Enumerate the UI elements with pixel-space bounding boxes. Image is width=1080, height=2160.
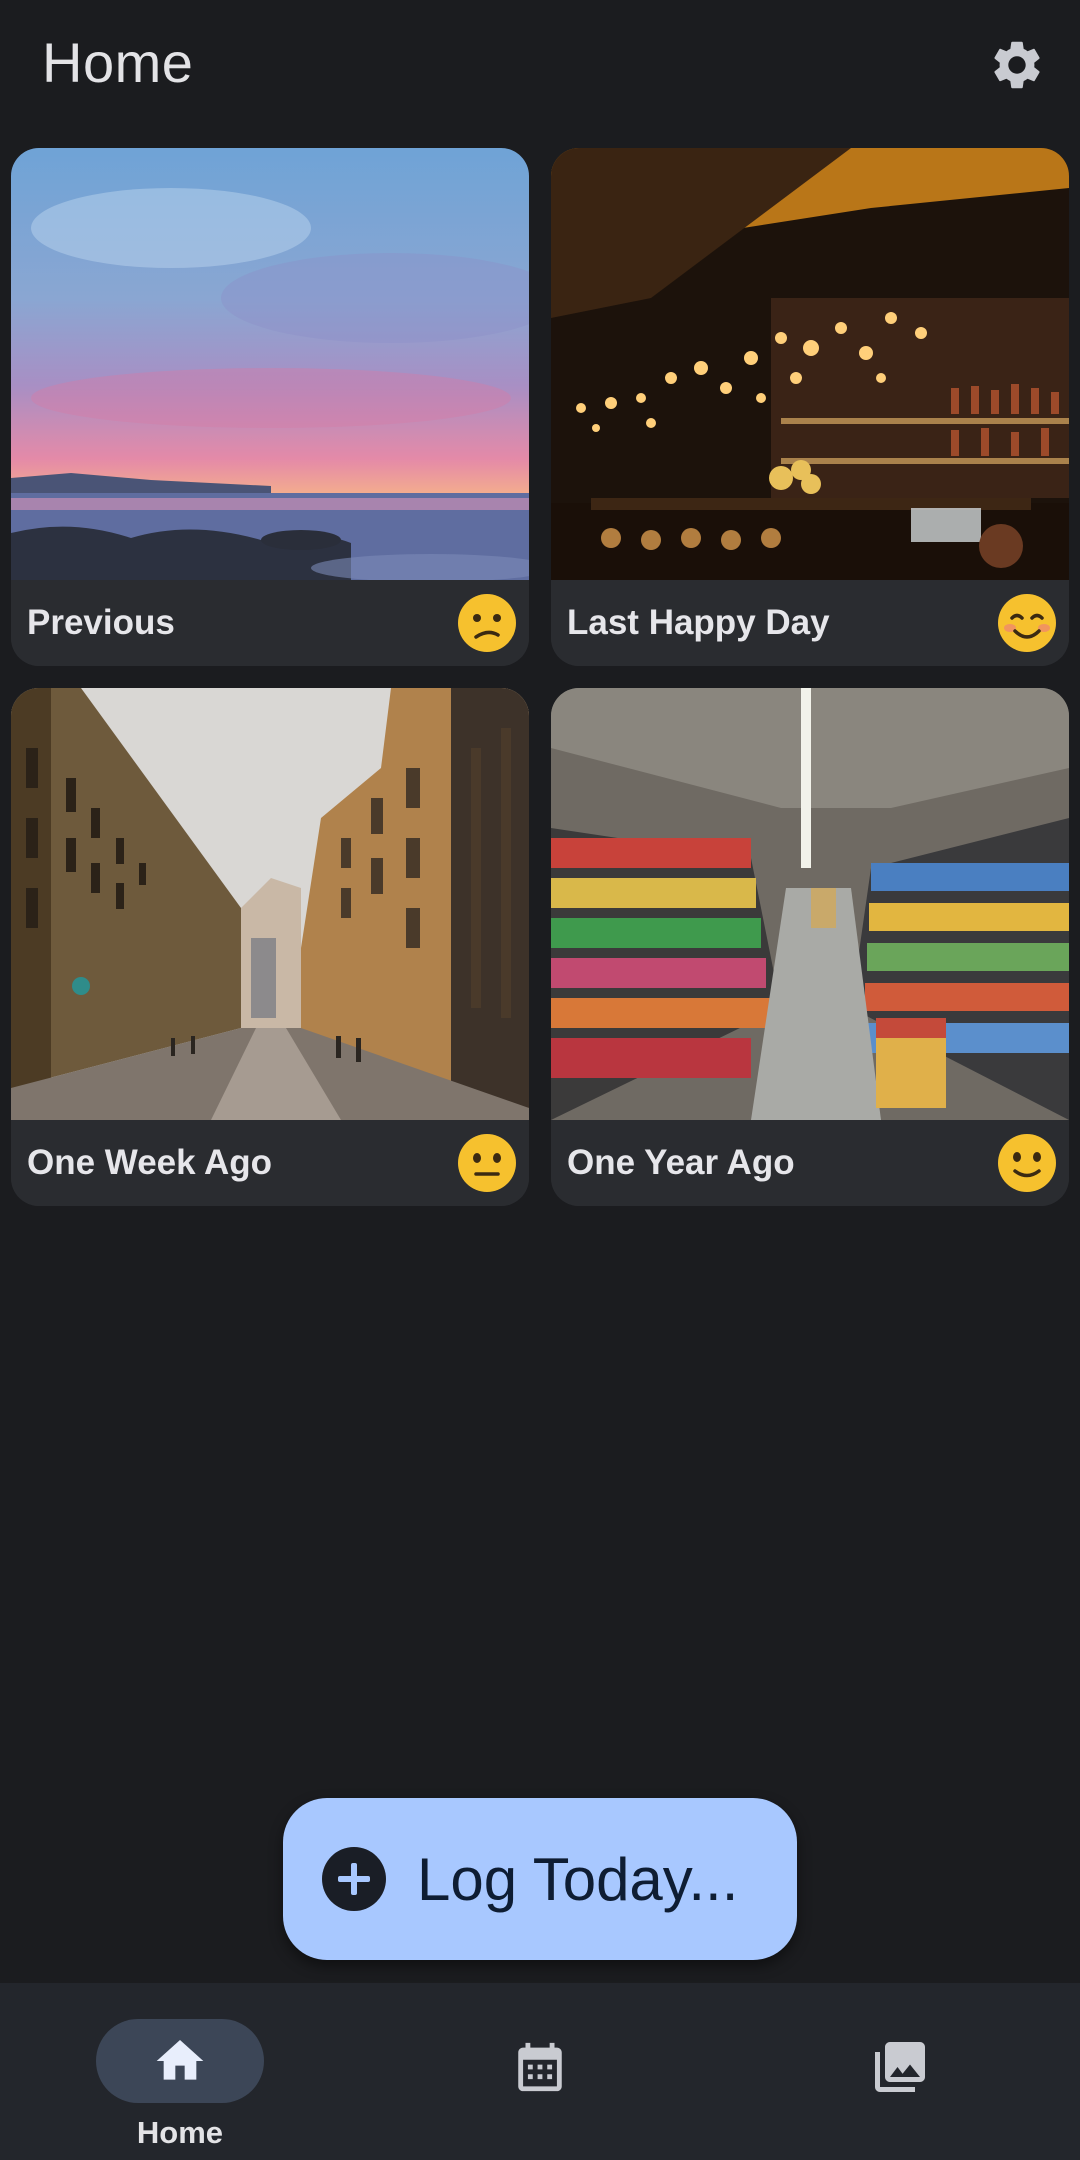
- card-footer: One Week Ago: [11, 1120, 529, 1206]
- card-photo: [11, 148, 529, 580]
- card-footer: Last Happy Day: [551, 580, 1069, 666]
- top-app-bar: Home: [0, 0, 1080, 130]
- neutral-face-icon: [458, 1134, 516, 1192]
- smiling-blush-face-icon: [998, 594, 1056, 652]
- settings-button[interactable]: [982, 30, 1052, 100]
- gear-icon: [994, 41, 1040, 89]
- card-footer: Previous: [11, 580, 529, 666]
- slight-smile-face-icon: [998, 1134, 1056, 1192]
- calendar-icon: [518, 2042, 562, 2092]
- nav-label-home: Home: [136, 2115, 224, 2150]
- log-today-button[interactable]: Log Today...: [283, 1798, 797, 1960]
- memories-grid: Previous Last Happy Day One Week Ago One…: [11, 148, 1069, 1206]
- nav-item-home[interactable]: Home: [30, 1983, 330, 2160]
- nav-active-indicator: [96, 2019, 264, 2103]
- page-title: Home: [42, 31, 194, 94]
- card-photo: [11, 688, 529, 1120]
- app-root: Home Previous Last Happy Day One Week Ag…: [0, 0, 1080, 2160]
- card-label: One Week Ago: [27, 1143, 273, 1182]
- card-photo: [551, 148, 1069, 580]
- nav-item-gallery[interactable]: [750, 1983, 1050, 2160]
- log-today-label: Log Today...: [417, 1845, 739, 1913]
- card-label: Last Happy Day: [567, 603, 830, 642]
- card-footer: One Year Ago: [551, 1120, 1069, 1206]
- card-one-year-ago[interactable]: One Year Ago: [551, 688, 1069, 1206]
- card-one-week-ago[interactable]: One Week Ago: [11, 688, 529, 1206]
- add-circle-icon: [322, 1847, 386, 1911]
- confused-face-icon: [458, 594, 516, 652]
- card-last-happy-day[interactable]: Last Happy Day: [551, 148, 1069, 666]
- card-label: Previous: [27, 603, 175, 642]
- card-previous[interactable]: Previous: [11, 148, 529, 666]
- bottom-navigation: Home: [0, 1983, 1080, 2160]
- gallery-icon: [875, 2042, 925, 2092]
- card-photo: [551, 688, 1069, 1120]
- card-label: One Year Ago: [567, 1143, 795, 1182]
- home-icon: [156, 2040, 204, 2080]
- nav-item-calendar[interactable]: [390, 1983, 690, 2160]
